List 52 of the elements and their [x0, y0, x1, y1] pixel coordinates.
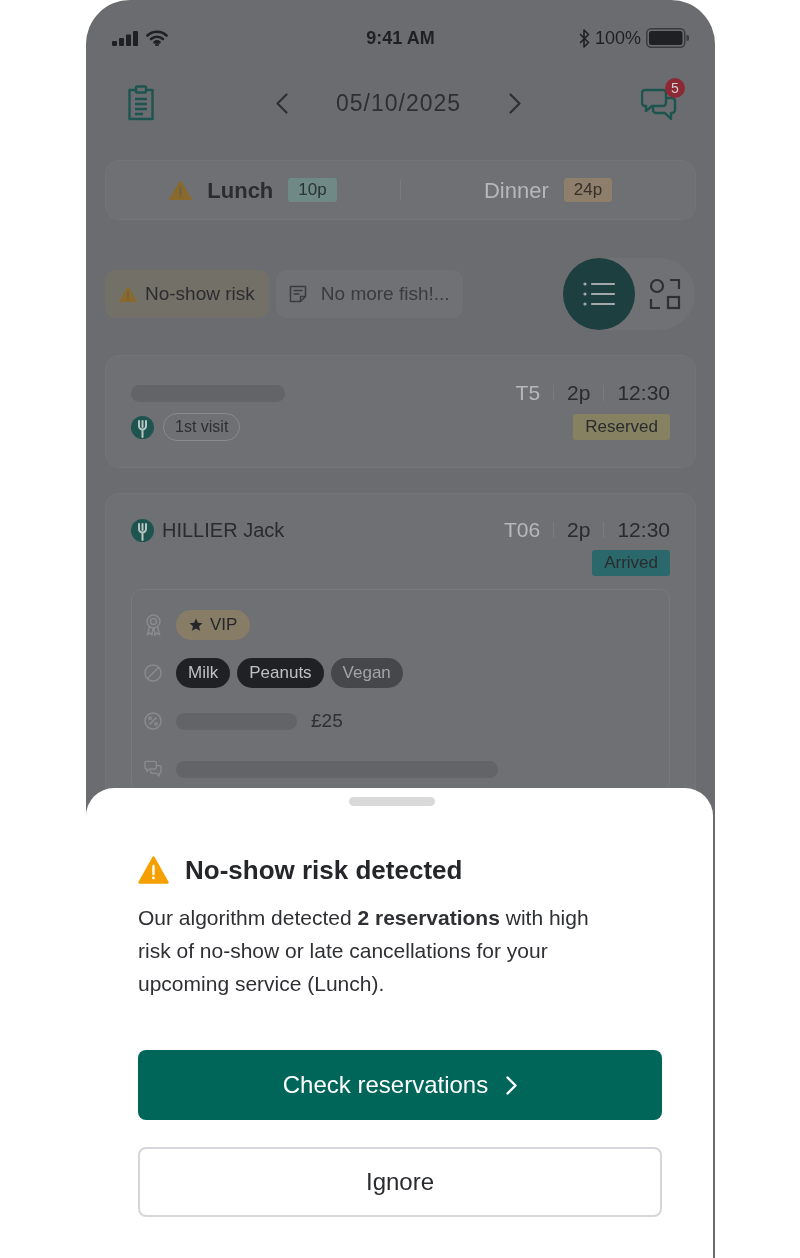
shapes-icon [649, 278, 681, 310]
warning-icon [119, 286, 137, 302]
prohibited-icon [144, 664, 162, 682]
notification-badge: 5 [665, 78, 685, 98]
fork-logo-icon [131, 518, 154, 542]
clipboard-icon [127, 85, 155, 121]
chevron-left-icon [275, 92, 288, 114]
signal-icon [112, 30, 138, 46]
vip-tag: VIP [176, 610, 251, 640]
medal-icon [144, 614, 162, 636]
sheet-message: Our algorithm detected 2 reservations with high risk of no-show or late cancellations for your upcoming service (Lunch). [138, 905, 590, 997]
check-reservations-button[interactable]: Check reservations [138, 1050, 662, 1120]
clipboard-button[interactable] [126, 83, 156, 123]
allergy-tag: Milk [176, 658, 231, 688]
status-badge: Arrived [592, 550, 670, 576]
service-tab[interactable]: Dinner 24p [401, 161, 695, 219]
discount-amount: £25 [311, 708, 343, 733]
list-icon [582, 281, 616, 307]
cover-count-badge: 24p [563, 178, 613, 202]
allergy-tag: Peanuts [237, 658, 324, 688]
date-label: 05/10/2025 [335, 88, 462, 118]
chevron-right-icon [506, 1075, 518, 1095]
battery-icon [646, 28, 689, 48]
wifi-icon [146, 30, 168, 46]
party-size: 2p [567, 517, 591, 544]
note-icon [288, 285, 307, 303]
bluetooth-icon [578, 28, 590, 48]
risk-filter-chip[interactable]: No-show risk [105, 270, 269, 318]
chat-icon [144, 760, 162, 778]
note-chip[interactable]: No more fish!... [275, 270, 463, 318]
ignore-button[interactable]: Ignore [138, 1147, 662, 1217]
sheet-title: No-show risk detected [185, 854, 463, 886]
reservation-time: 12:30 [617, 380, 670, 407]
status-badge: Reserved [573, 414, 670, 440]
star-icon [189, 618, 203, 632]
drag-handle[interactable] [349, 797, 435, 806]
messages-button[interactable]: 5 [641, 78, 685, 128]
cover-count-badge: 10p [288, 178, 337, 202]
reservation-card[interactable]: T5 2p 12:30 1st visit Reserved [105, 355, 696, 468]
warning-icon [138, 856, 169, 884]
chevron-right-icon [509, 92, 522, 114]
diet-tag: Vegan [330, 658, 403, 688]
table-number: T5 [515, 380, 541, 407]
party-size: 2p [567, 380, 591, 407]
fork-logo-icon [131, 415, 154, 439]
status-time: 9:41 AM [366, 26, 435, 50]
guest-name: HILLIER Jack [162, 518, 285, 543]
service-tab[interactable]: Lunch 10p [106, 161, 400, 219]
table-number: T06 [503, 517, 541, 544]
battery-percentage: 100% [594, 26, 641, 50]
reservation-time: 12:30 [617, 517, 670, 544]
percent-icon [144, 712, 162, 730]
